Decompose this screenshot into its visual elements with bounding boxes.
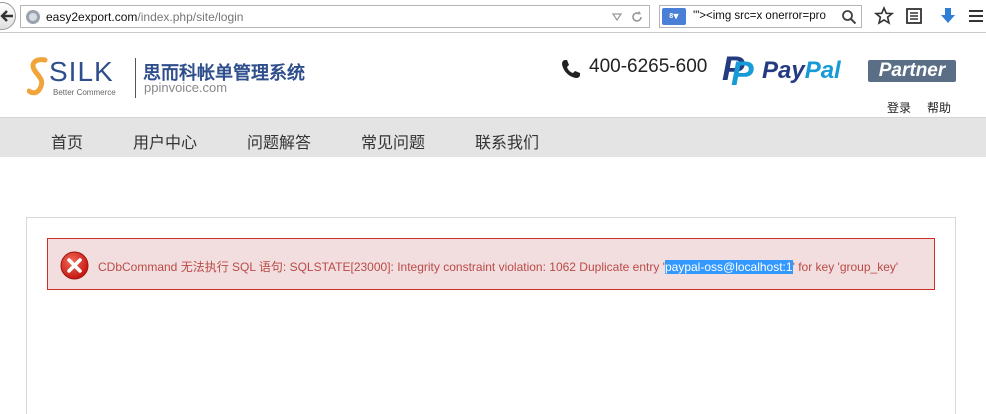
brand-name-en: ppinvoice.com — [144, 80, 228, 95]
dropdown-triangle-icon[interactable] — [611, 12, 622, 22]
error-alert: CDbCommand 无法执行 SQL 语句: SQLSTATE[23000]:… — [47, 238, 935, 290]
back-button[interactable] — [0, 2, 16, 30]
reading-list-icon[interactable] — [904, 6, 924, 26]
nav-item-user-center[interactable]: 用户中心 — [133, 129, 197, 153]
reload-icon[interactable] — [631, 10, 643, 23]
help-link[interactable]: 帮助 — [927, 101, 951, 115]
bookmark-star-icon[interactable] — [874, 6, 894, 26]
error-text-selected: paypal-oss@localhost:1 — [664, 260, 793, 274]
nav-item-contact[interactable]: 联系我们 — [475, 129, 539, 153]
url-path: /index.php/site/login — [137, 10, 244, 24]
top-links: 登录 帮助 — [887, 99, 967, 116]
error-x-icon — [60, 251, 89, 280]
paypal-partner-badge: Partner — [868, 60, 956, 82]
url-text[interactable]: easy2export.com/index.php/site/login — [46, 10, 243, 24]
search-icon[interactable] — [841, 9, 857, 25]
phone-icon — [562, 60, 580, 78]
main-nav: 首页 用户中心 问题解答 常见问题 联系我们 — [0, 117, 986, 157]
globe-icon — [26, 10, 40, 24]
paypal-wordmark: PayPal — [762, 57, 841, 84]
menu-icon[interactable] — [966, 6, 986, 26]
logo-word: SILK — [49, 56, 114, 87]
paypal-partner-logo: PP PayPal Partner — [722, 50, 957, 93]
phone-text: 400-6265-600 — [589, 56, 708, 77]
error-text-after: ' for key 'group_key' — [792, 260, 899, 274]
url-dropdown-icons[interactable] — [611, 9, 643, 23]
search-bar[interactable]: 8▾ '"><img src=x onerror=pro — [659, 5, 862, 28]
search-engine-badge[interactable]: 8▾ — [662, 8, 686, 25]
back-arrow-icon — [0, 10, 13, 22]
download-icon[interactable] — [938, 6, 958, 26]
nav-item-faq[interactable]: 常见问题 — [361, 129, 425, 153]
search-input[interactable]: '"><img src=x onerror=pro — [693, 10, 843, 22]
nav-item-home[interactable]: 首页 — [51, 129, 83, 153]
silk-s-mark — [27, 57, 48, 96]
error-text-before: CDbCommand 无法执行 SQL 语句: SQLSTATE[23000]:… — [98, 260, 665, 274]
login-link[interactable]: 登录 — [887, 101, 911, 115]
logo-divider — [135, 58, 136, 98]
browser-toolbar: easy2export.com/index.php/site/login 8▾ … — [0, 0, 986, 33]
address-bar[interactable]: easy2export.com/index.php/site/login — [20, 5, 650, 28]
error-message: CDbCommand 无法执行 SQL 语句: SQLSTATE[23000]:… — [98, 258, 898, 275]
logo-tagline: Better Commerce — [53, 88, 116, 97]
url-host: easy2export.com — [46, 10, 138, 24]
nav-item-qa[interactable]: 问题解答 — [247, 129, 311, 153]
paypal-logo: PP — [722, 50, 754, 93]
